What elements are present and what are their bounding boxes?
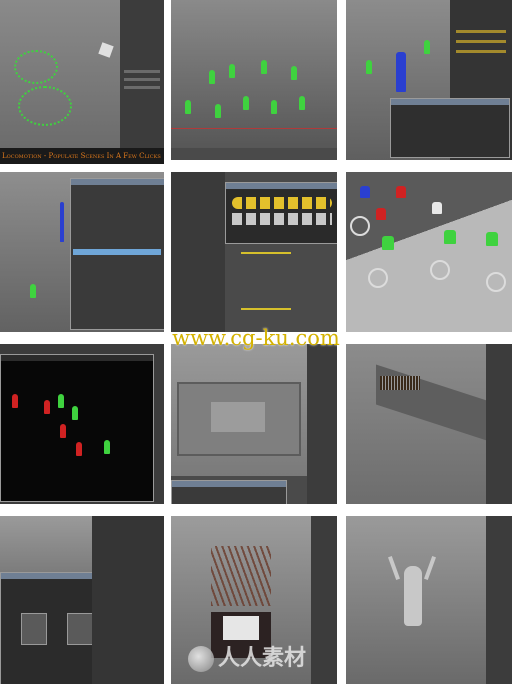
stage-screen bbox=[223, 616, 259, 640]
bottom-window bbox=[171, 480, 287, 504]
crowd-agent bbox=[60, 424, 66, 438]
crowd-agent bbox=[12, 394, 18, 408]
shader-library-window bbox=[225, 182, 337, 244]
selected-row bbox=[73, 249, 161, 255]
cyclist bbox=[432, 202, 442, 214]
character-proxy bbox=[60, 202, 64, 242]
viewer-window bbox=[0, 354, 154, 502]
crowd-swarm bbox=[211, 546, 271, 606]
panel-row bbox=[124, 70, 160, 73]
viewport bbox=[171, 0, 337, 148]
tile-10[interactable] bbox=[0, 516, 164, 684]
character-proxy bbox=[424, 40, 430, 54]
character-proxy bbox=[229, 64, 235, 78]
crowd-agent bbox=[72, 406, 78, 420]
outliner-window bbox=[70, 178, 164, 330]
panel-row bbox=[456, 30, 506, 33]
shader-ball-row bbox=[232, 213, 332, 225]
crowd-agent bbox=[44, 400, 50, 414]
panel-row bbox=[456, 40, 506, 43]
attribute-panel bbox=[120, 0, 164, 148]
window-titlebar bbox=[1, 355, 153, 361]
brand-logo-icon bbox=[188, 646, 214, 672]
cyclist bbox=[376, 208, 386, 220]
crowd-cluster bbox=[14, 50, 58, 84]
tile-12[interactable] bbox=[346, 516, 512, 684]
cyclist-wheel bbox=[486, 272, 506, 292]
character-proxy bbox=[291, 66, 297, 80]
character-proxy bbox=[243, 96, 249, 110]
window-titlebar bbox=[172, 481, 286, 487]
node-editor-window bbox=[390, 98, 510, 158]
attribute-panel bbox=[486, 516, 512, 684]
watermark-brand-text: 人人素材 bbox=[218, 646, 307, 671]
road-plane bbox=[346, 172, 512, 332]
grid-line bbox=[171, 128, 337, 129]
attribute-panel bbox=[307, 344, 337, 504]
cyclist bbox=[444, 230, 456, 244]
cyclist-wheel bbox=[350, 216, 370, 236]
window-titlebar bbox=[226, 183, 337, 189]
sidebar bbox=[171, 172, 225, 332]
attribute-panel bbox=[486, 344, 512, 504]
cyclist bbox=[382, 236, 394, 250]
character-proxy bbox=[261, 60, 267, 74]
character-proxy bbox=[209, 70, 215, 84]
tile-2[interactable] bbox=[171, 0, 337, 160]
window-titlebar bbox=[391, 99, 509, 105]
crowd-agent bbox=[104, 440, 110, 454]
panel-row bbox=[124, 78, 160, 81]
tile-4[interactable] bbox=[0, 172, 164, 332]
graph-node bbox=[67, 613, 93, 645]
arena-inner bbox=[211, 402, 265, 432]
tile-3[interactable] bbox=[346, 0, 512, 160]
cyclist-wheel bbox=[368, 268, 388, 288]
crowd-agent bbox=[76, 442, 82, 456]
cyclist-wheel bbox=[430, 260, 450, 280]
crowd-cluster bbox=[18, 86, 72, 126]
character-proxy bbox=[215, 104, 221, 118]
tile-1[interactable]: Locomotion - Populate Scenes In A Few Cl… bbox=[0, 0, 164, 164]
viewport bbox=[0, 516, 92, 576]
cyclist bbox=[360, 186, 370, 198]
character-proxy bbox=[30, 284, 36, 298]
tile-7[interactable] bbox=[0, 344, 164, 504]
panel-row bbox=[456, 50, 506, 53]
character-proxy bbox=[366, 60, 372, 74]
character-skeleton bbox=[396, 52, 406, 92]
crowd-band bbox=[380, 376, 420, 390]
window-titlebar bbox=[71, 179, 164, 185]
attribute-panel bbox=[92, 516, 164, 684]
tile-8[interactable] bbox=[171, 344, 337, 504]
watermark-brand: 人人素材 bbox=[188, 640, 338, 676]
character-proxy bbox=[299, 96, 305, 110]
graph-node bbox=[21, 613, 47, 645]
tile-5[interactable] bbox=[171, 172, 337, 332]
cyclist bbox=[396, 186, 406, 198]
cyclist bbox=[486, 232, 498, 246]
tile-9[interactable] bbox=[346, 344, 512, 504]
shader-ball-row bbox=[232, 197, 332, 209]
character-mesh bbox=[404, 566, 422, 626]
character-proxy bbox=[185, 100, 191, 114]
watermark-url: www.cg-ku.com bbox=[172, 326, 340, 350]
tile-caption: Locomotion - Populate Scenes In A Few Cl… bbox=[0, 148, 164, 164]
node-graph bbox=[241, 252, 291, 310]
character-proxy bbox=[271, 100, 277, 114]
tile-6[interactable] bbox=[346, 172, 512, 332]
panel-row bbox=[124, 86, 160, 89]
crowd-agent bbox=[58, 394, 64, 408]
